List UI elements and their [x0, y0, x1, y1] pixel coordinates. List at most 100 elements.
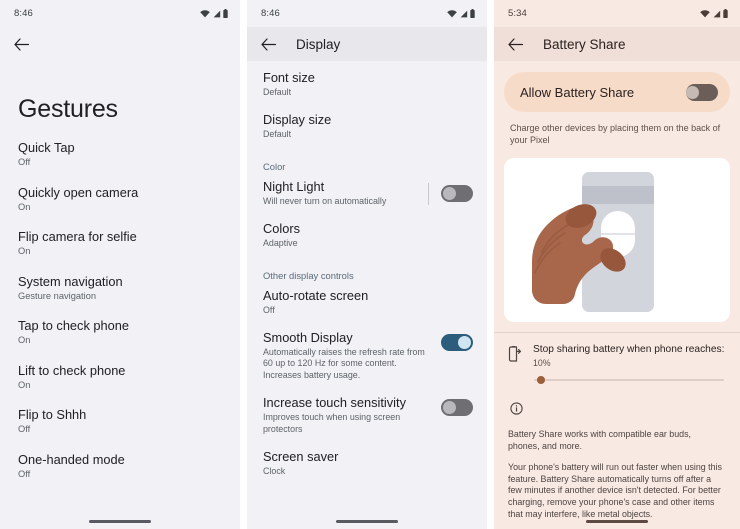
smooth-display-toggle[interactable]: [441, 334, 473, 352]
status-icons: [200, 9, 228, 18]
list-item-title: Flip camera for selfie: [18, 229, 137, 244]
navigation-pill[interactable]: [336, 520, 398, 523]
signal-icon: [213, 10, 220, 17]
panel-separator: [240, 0, 247, 529]
status-bar: 5:34: [494, 0, 740, 27]
three-phone-screenshots: 8:46 Gestures Quick Tap Off Quickly open…: [0, 0, 740, 529]
toggle-area: [441, 395, 473, 417]
toggle-area: [428, 179, 473, 205]
status-time: 5:34: [508, 8, 527, 19]
setting-subtitle: Default: [263, 129, 292, 140]
setting-smooth-display[interactable]: Smooth Display Automatically raises the …: [247, 330, 487, 381]
wifi-icon: [700, 9, 710, 17]
setting-night-light[interactable]: Night Light Will never turn on automatic…: [247, 179, 487, 207]
list-item-subtitle: Off: [18, 157, 31, 167]
section-header-other-display-controls: Other display controls: [263, 269, 354, 281]
gestures-list: Quick Tap Off Quickly open camera On Fli…: [0, 124, 240, 481]
setting-increase-touch-sensitivity[interactable]: Increase touch sensitivity Improves touc…: [247, 395, 487, 435]
status-time: 8:46: [14, 8, 33, 19]
page-title: Gestures: [18, 95, 118, 123]
list-item-subtitle: Gesture navigation: [18, 290, 97, 301]
panel-gestures: 8:46 Gestures Quick Tap Off Quickly open…: [0, 0, 240, 529]
setting-display-size[interactable]: Display size Default: [247, 112, 487, 140]
setting-colors[interactable]: Colors Adaptive: [247, 221, 487, 249]
setting-title: Colors: [263, 221, 300, 237]
navigation-pill[interactable]: [586, 520, 648, 523]
battery-share-note-1: Battery Share works with compatible ear …: [508, 429, 692, 451]
list-item-title: Tap to check phone: [18, 318, 129, 333]
wifi-icon: [447, 9, 457, 17]
setting-title: Increase touch sensitivity: [263, 395, 406, 411]
setting-subtitle: Automatically raises the refresh rate fr…: [263, 347, 425, 380]
battery-icon: [470, 9, 475, 18]
back-arrow-icon[interactable]: [507, 36, 524, 53]
setting-subtitle: Adaptive: [263, 238, 298, 249]
toggle-knob: [686, 85, 699, 99]
list-item[interactable]: System navigation Gesture navigation: [0, 274, 240, 303]
status-icons: [700, 9, 728, 18]
stop-sharing-title: Stop sharing battery when phone reaches:: [533, 344, 725, 355]
section-header-color: Color: [263, 160, 286, 172]
slider-thumb[interactable]: [537, 376, 545, 384]
app-bar-title: Display: [296, 36, 341, 52]
list-item-title: Lift to check phone: [18, 362, 126, 378]
list-item[interactable]: Flip to Shhh Off: [0, 407, 240, 436]
setting-screen-saver[interactable]: Screen saver Clock: [247, 449, 487, 477]
night-light-toggle[interactable]: [441, 185, 473, 203]
setting-title: Screen saver: [263, 449, 339, 465]
slider-track: [534, 379, 724, 381]
stop-sharing-row[interactable]: Stop sharing battery when phone reaches:…: [494, 333, 740, 368]
app-bar: [0, 27, 240, 61]
setting-title: Font size: [263, 70, 315, 85]
list-item[interactable]: Quick Tap Off: [0, 140, 240, 169]
app-bar: Display: [247, 27, 487, 61]
display-list: Font size Default Display size Default C…: [247, 61, 487, 477]
status-icons: [447, 9, 475, 18]
navigation-pill[interactable]: [89, 520, 151, 523]
panel-display: 8:46 Display Font size Default Display s…: [247, 0, 487, 529]
setting-title: Auto-rotate screen: [263, 287, 369, 303]
list-item-subtitle: On: [18, 246, 31, 256]
list-item[interactable]: One-handed mode Off: [0, 452, 240, 481]
setting-auto-rotate-screen[interactable]: Auto-rotate screen Off: [247, 288, 487, 316]
toggle-area: [441, 330, 473, 352]
list-item-subtitle: Off: [18, 468, 31, 479]
app-bar-title: Battery Share: [543, 36, 626, 52]
status-bar: 8:46: [0, 0, 240, 27]
back-arrow-icon[interactable]: [260, 36, 277, 53]
list-item-subtitle: Off: [18, 424, 31, 434]
list-item[interactable]: Tap to check phone On: [0, 318, 240, 347]
battery-share-description: Charge other devices by placing them on …: [510, 123, 721, 145]
setting-title: Smooth Display: [263, 330, 353, 346]
hand-illustration: [532, 204, 626, 304]
setting-font-size[interactable]: Font size Default: [247, 70, 487, 98]
battery-share-note-2: Your phone's battery will run out faster…: [508, 462, 722, 519]
allow-battery-share-label: Allow Battery Share: [520, 84, 635, 100]
back-arrow-icon[interactable]: [13, 36, 30, 53]
panel-separator: [487, 0, 494, 529]
list-item[interactable]: Quickly open camera On: [0, 185, 240, 214]
info-icon-container: [494, 385, 740, 420]
list-item[interactable]: Flip camera for selfie On: [0, 229, 240, 258]
setting-subtitle: Off: [263, 304, 275, 315]
battery-icon: [723, 9, 728, 18]
battery-share-illustration: [504, 158, 730, 322]
list-item-title: System navigation: [18, 273, 123, 289]
list-item-title: One-handed mode: [18, 451, 125, 467]
panel-battery-share: 5:34 Battery Share Allow Battery Share C…: [494, 0, 740, 529]
setting-subtitle: Will never turn on automatically: [263, 195, 387, 206]
battery-icon: [223, 9, 228, 18]
battery-share-icon: [508, 343, 522, 368]
touch-sensitivity-toggle[interactable]: [441, 399, 473, 417]
toggle-divider: [428, 182, 429, 205]
toggle-knob: [443, 401, 456, 415]
info-icon: [510, 402, 523, 415]
list-item-title: Quickly open camera: [18, 184, 139, 200]
setting-subtitle: Clock: [263, 466, 286, 477]
list-item[interactable]: Lift to check phone On: [0, 363, 240, 392]
allow-battery-share-toggle[interactable]: [686, 83, 718, 101]
list-item-title: Quick Tap: [18, 140, 75, 155]
stop-sharing-slider[interactable]: [534, 375, 724, 385]
toggle-knob: [458, 336, 471, 350]
allow-battery-share-card[interactable]: Allow Battery Share: [504, 72, 730, 112]
